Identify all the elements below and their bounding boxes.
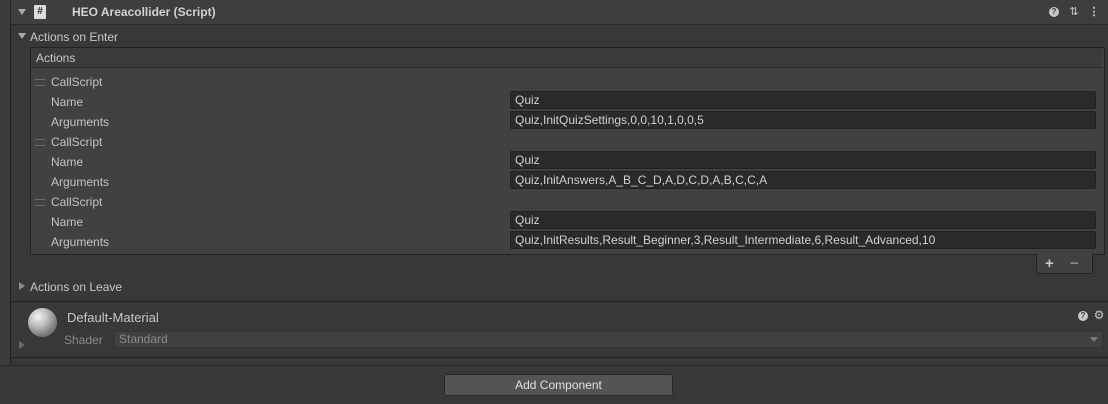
drag-handle-icon[interactable] <box>35 139 45 146</box>
actions-on-leave-label[interactable]: Actions on Leave <box>30 280 122 294</box>
actions-on-enter-foldout-icon[interactable] <box>18 33 26 39</box>
more-icon[interactable]: ⋮ <box>1088 6 1100 18</box>
arguments-field[interactable]: Quiz,InitResults,Result_Beginner,3,Resul… <box>510 231 1096 249</box>
shader-dropdown[interactable]: Standard <box>114 331 1103 348</box>
actions-list-header-label: Actions <box>36 51 76 65</box>
presets-icon[interactable]: ⇅ <box>1068 6 1080 18</box>
arguments-label: Arguments <box>51 175 110 189</box>
actions-on-enter-label[interactable]: Actions on Enter <box>30 30 118 44</box>
chevron-down-icon <box>1090 337 1098 342</box>
remove-item-button[interactable]: − <box>1070 255 1079 273</box>
help-icon[interactable]: ? <box>1049 7 1059 17</box>
shader-label: Shader <box>64 333 103 347</box>
material-foldout-icon[interactable] <box>19 341 25 349</box>
arguments-field[interactable]: Quiz,InitAnswers,A_B_C_D,A,D,C,D,A,B,C,C… <box>510 171 1096 189</box>
arguments-label: Arguments <box>51 115 110 129</box>
actions-on-leave-foldout-icon[interactable] <box>19 282 25 290</box>
gear-icon[interactable]: ⚙ <box>1093 309 1105 321</box>
name-field[interactable]: Quiz <box>510 151 1096 169</box>
component-title: HEO Areacollider (Script) <box>72 5 216 19</box>
name-label: Name <box>51 95 84 109</box>
arguments-label: Arguments <box>51 235 110 249</box>
name-field[interactable]: Quiz <box>510 211 1096 229</box>
inspector-left-edge <box>0 0 11 403</box>
material-preview-icon <box>28 308 57 337</box>
add-item-button[interactable]: + <box>1045 255 1054 273</box>
component-foldout-icon[interactable] <box>18 9 26 15</box>
list-item-type: CallScript <box>51 195 103 209</box>
drag-handle-icon[interactable] <box>35 79 45 86</box>
name-field[interactable]: Quiz <box>510 91 1096 109</box>
drag-handle-icon[interactable] <box>35 199 45 206</box>
add-component-button[interactable]: Add Component <box>444 374 673 396</box>
list-item-type: CallScript <box>51 75 103 89</box>
divider <box>11 301 1108 302</box>
shader-value: Standard <box>119 332 168 346</box>
actions-list-header <box>31 48 1102 68</box>
arguments-field[interactable]: Quiz,InitQuizSettings,0,0,10,1,0,0,5 <box>510 111 1096 129</box>
help-icon[interactable]: ? <box>1078 311 1088 321</box>
name-label: Name <box>51 155 84 169</box>
list-item-type: CallScript <box>51 135 103 149</box>
script-icon: # <box>34 5 46 19</box>
material-name: Default-Material <box>67 310 159 325</box>
name-label: Name <box>51 215 84 229</box>
divider <box>11 357 1108 358</box>
